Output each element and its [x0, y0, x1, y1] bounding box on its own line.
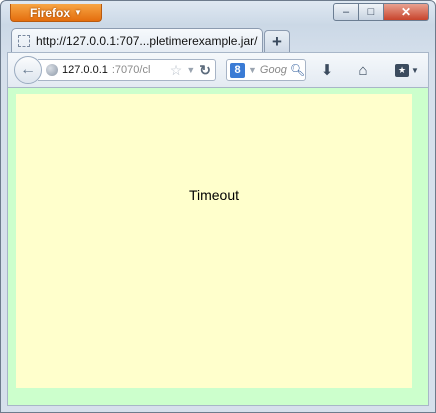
bookmarks-icon: ★ — [395, 63, 410, 77]
tab-title: http://127.0.0.1:707...pletimerexample.j… — [36, 34, 258, 48]
new-tab-button[interactable]: + — [264, 30, 290, 52]
firefox-menu-button[interactable]: Firefox ▼ — [10, 4, 102, 22]
applet-panel: Timeout — [16, 94, 412, 388]
star-icon[interactable]: ☆ — [170, 62, 183, 79]
chevron-down-icon: ▼ — [74, 8, 82, 17]
history-dropdown-icon[interactable]: ▼ — [186, 65, 195, 75]
back-button[interactable]: ← — [14, 56, 42, 84]
url-path: :7070/cl — [111, 64, 151, 76]
back-icon: ← — [20, 61, 36, 78]
close-button[interactable]: ✕ — [384, 3, 429, 21]
url-bar-icons: ☆ ▼ ↻ — [167, 60, 211, 80]
globe-icon — [46, 64, 58, 76]
firefox-menu-label: Firefox — [30, 5, 71, 20]
search-engine-dropdown-icon[interactable]: ▼ — [248, 65, 257, 75]
url-bar[interactable]: 127.0.0.1:7070/cl ☆ ▼ ↻ — [38, 59, 216, 81]
reload-icon[interactable]: ↻ — [199, 62, 211, 79]
minimize-button[interactable]: – — [333, 3, 359, 21]
google-icon[interactable]: 8 — [230, 62, 245, 78]
navigation-toolbar: 127.0.0.1:7070/cl ☆ ▼ ↻ ← 8 ▼ Goog 🔍︎ ⬇ … — [7, 52, 429, 88]
timeout-message: Timeout — [188, 187, 240, 203]
search-bar[interactable]: 8 ▼ Goog 🔍︎ — [226, 59, 306, 81]
maximize-button[interactable]: □ — [359, 3, 384, 21]
url-host: 127.0.0.1 — [62, 64, 108, 76]
downloads-button[interactable]: ⬇ — [316, 59, 338, 81]
search-input[interactable]: Goog — [260, 64, 287, 76]
page-content: Timeout — [7, 88, 429, 406]
search-icon[interactable]: 🔍︎ — [290, 63, 305, 77]
window-controls: – □ ✕ — [333, 3, 429, 21]
home-button[interactable]: ⌂ — [352, 59, 374, 81]
bookmarks-dropdown-icon: ▼ — [411, 65, 419, 75]
page-favicon-icon — [18, 35, 30, 47]
tab-current[interactable]: http://127.0.0.1:707...pletimerexample.j… — [11, 28, 263, 53]
bookmarks-button[interactable]: ★ ▼ — [390, 59, 424, 81]
home-icon: ⌂ — [358, 61, 368, 79]
downloads-icon: ⬇ — [320, 62, 334, 79]
browser-window: Firefox ▼ – □ ✕ http://127.0.0.1:707...p… — [0, 0, 436, 413]
